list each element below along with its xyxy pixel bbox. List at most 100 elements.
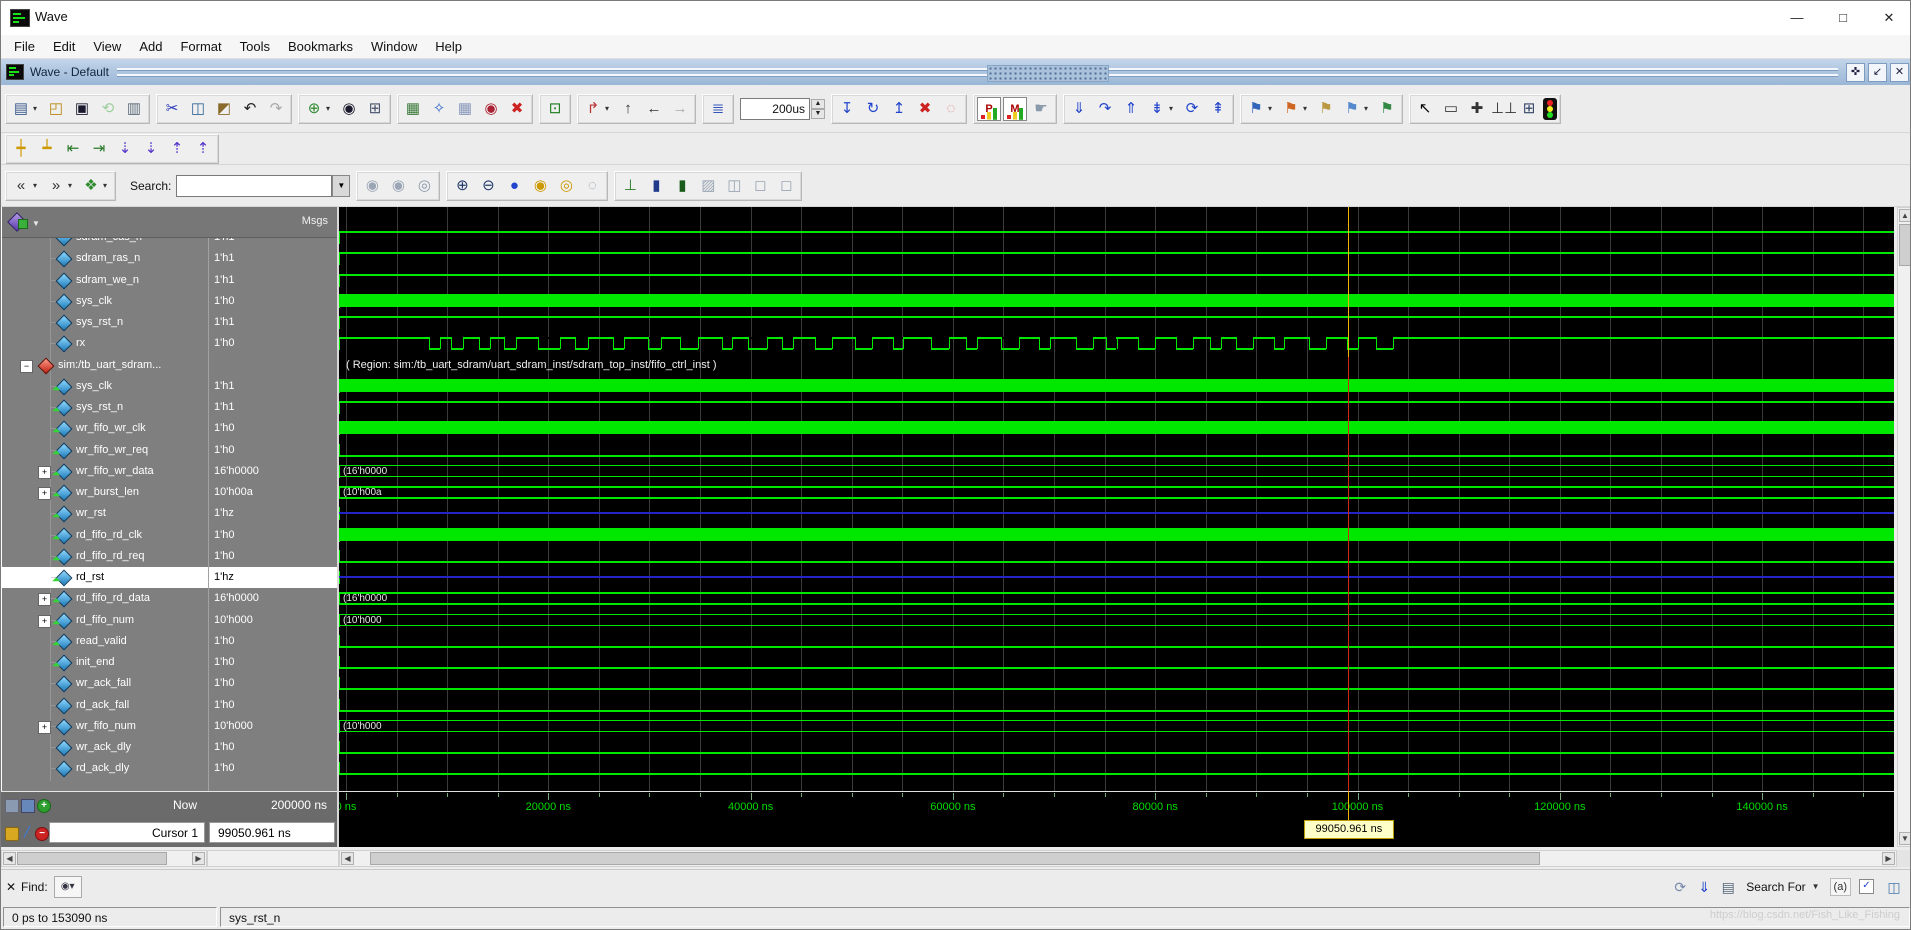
wave-bus-top[interactable] [339,592,1894,594]
vertical-scrollbar[interactable]: ▲ ▼ [1897,207,1911,847]
wave-clock-rd_fifo_rd_clk[interactable] [339,528,1894,541]
scroll-right-icon[interactable]: ▶ [192,852,205,865]
menu-view[interactable]: View [84,36,130,57]
wave-low-rd_ack_fall[interactable] [339,710,1894,712]
find-checkbox[interactable]: ✓ [1859,879,1874,894]
cursor-time-label[interactable]: 99050.961 ns [1304,820,1394,839]
signal-row-rd_fifo_num[interactable]: +rd_fifo_num10'h000 [2,610,337,631]
edit-grid-button[interactable]: ⊞ [1517,97,1541,121]
forward-button[interactable]: → [668,97,692,121]
find-close-icon[interactable]: ✕ [1,880,21,894]
signal-row-wr_burst_len[interactable]: +wr_burst_len10'h00a [2,482,337,503]
reload-button[interactable]: ⟲ [96,97,120,121]
wizard-button[interactable]: ✧ [427,97,451,121]
signal-row-sys_clk[interactable]: sys_clk1'h1 [2,376,337,397]
scroll-left-icon[interactable]: ◀ [3,852,16,865]
zoom-range-button[interactable]: ◎ [554,174,578,198]
wave-bus-bottom[interactable] [339,731,1894,733]
find-type-combo[interactable]: ◉▾ [54,876,82,898]
prev-transition-button[interactable]: ⇤ [61,137,85,161]
dropdown-arrow-icon[interactable]: ▾ [33,181,42,190]
collapse-icon[interactable]: − [20,360,33,373]
signal-row-rd_ack_fall[interactable]: rd_ack_fall1'h0 [2,695,337,716]
signal-row-rx[interactable]: rx1'h0 [2,333,337,354]
signal-row-wr_rst[interactable]: wr_rst1'hz [2,503,337,524]
menu-tools[interactable]: Tools [231,36,279,57]
prev-falling-edge-button[interactable]: ⇣ [113,137,137,161]
next-rising-edge-button[interactable]: ⇡ [191,137,215,161]
prev-edge-button[interactable]: ⇟ [1145,97,1169,121]
restart-button[interactable]: ↻ [861,97,885,121]
dropdown-arrow-icon[interactable]: ▾ [68,181,77,190]
delete-wave-button[interactable]: ✖ [505,97,529,121]
memory-grid-button[interactable]: ▦ [453,97,477,121]
dropdown-arrow-icon[interactable]: ▾ [326,104,335,113]
find-document-icon[interactable]: ▤ [1716,876,1740,898]
hierarchy-button[interactable]: ⊞ [363,97,387,121]
wave-bus-bottom[interactable] [339,497,1894,499]
waveform-canvas[interactable]: ( Region: sim:/tb_uart_sdram/uart_sdram_… [339,207,1894,847]
dropdown-arrow-icon[interactable]: ▾ [1169,104,1178,113]
copy-button[interactable]: ◫ [186,97,210,121]
back-button[interactable]: ← [642,97,666,121]
zoom-in-button[interactable]: ⊕ [450,174,474,198]
zoom-cursor-button[interactable]: ◉ [528,174,552,198]
signal-row-wr_ack_fall[interactable]: wr_ack_fall1'h0 [2,673,337,694]
wave-bus-top[interactable] [339,465,1894,467]
signal-row-sdram_ras_n[interactable]: sdram_ras_n1'h1 [2,248,337,269]
search-for-dropdown-icon[interactable]: ▼ [1812,882,1820,891]
scroll-up-icon[interactable]: ▲ [1899,209,1911,222]
open-button[interactable]: ◰ [44,97,68,121]
wave-bus-top[interactable] [339,486,1894,488]
wave-high-sys_rst_n[interactable] [339,401,1894,403]
new-document-button[interactable]: ▤ [9,97,33,121]
dropdown-arrow-icon[interactable]: ▾ [605,104,614,113]
paste-button[interactable]: ◩ [212,97,236,121]
scroll-down-icon[interactable]: ▼ [1899,832,1911,845]
reload-run-button[interactable]: ⟳ [1180,97,1204,121]
cut-time-button[interactable]: « [9,174,33,198]
collapse-all-button[interactable]: ◫ [722,174,746,198]
signal-row-sys_clk[interactable]: sys_clk1'h0 [2,291,337,312]
signal-row-rd_fifo_rd_clk[interactable]: rd_fifo_rd_clk1'h0 [2,525,337,546]
minimize-button[interactable]: — [1774,1,1820,34]
expanded-time-delta-button[interactable]: ▮ [644,174,668,198]
find-button[interactable]: ◉ [337,97,361,121]
menu-format[interactable]: Format [171,36,230,57]
prev-rising-edge-button[interactable]: ⇡ [165,137,189,161]
time-step-spinner[interactable]: 200us ▲▼ [740,98,825,120]
cursor-line-timeline[interactable] [1348,791,1349,821]
run-button[interactable]: ↧ [835,97,859,121]
signal-row-rd_ack_dly[interactable]: rd_ack_dly1'h0 [2,758,337,779]
wave-low-init_end[interactable] [339,667,1894,669]
search-forward-button[interactable]: ◉ [386,174,410,198]
stop-button[interactable]: ◌ [939,97,963,121]
search-reverse-button[interactable]: ◉ [360,174,384,198]
spin-up-icon[interactable]: ▲ [811,99,825,109]
menu-edit[interactable]: Edit [44,36,84,57]
add-cursor-icon[interactable]: + [37,799,51,813]
wave-bus-bottom[interactable] [339,625,1894,627]
menu-help[interactable]: Help [426,36,471,57]
locate-button[interactable]: ◉ [479,97,503,121]
wave-scroll-thumb[interactable] [370,852,1540,865]
wave-low-rd_ack_dly[interactable] [339,773,1894,775]
wave-clock-wr_fifo_wr_clk[interactable] [339,421,1894,434]
wave-low-rd_fifo_rd_req[interactable] [339,561,1894,563]
run-continue-button[interactable]: ↥ [887,97,911,121]
search-options-button[interactable]: ◎ [412,174,436,198]
expand-range-button[interactable]: ◻ [774,174,798,198]
signal-row-rd_fifo_rd_data[interactable]: +rd_fifo_rd_data16'h0000 [2,588,337,609]
wave-low-wr_fifo_wr_req[interactable] [339,455,1894,457]
find-refresh-icon[interactable]: ⟳ [1668,876,1692,898]
wrench-icon[interactable]: ╱ [21,827,33,839]
values-scrollbar[interactable] [207,850,339,867]
pane-move-button[interactable]: ✜ [1846,63,1865,82]
goto-bookmark-button[interactable]: ⚑ [1375,97,1399,121]
wave-bus-bottom[interactable] [339,476,1894,478]
expand-icon[interactable]: + [38,466,51,479]
collapse-range-button[interactable]: ◻ [748,174,772,198]
menu-bookmarks[interactable]: Bookmarks [279,36,362,57]
break-button[interactable]: ✖ [913,97,937,121]
signal-row-rd_fifo_rd_req[interactable]: rd_fifo_rd_req1'h0 [2,546,337,567]
